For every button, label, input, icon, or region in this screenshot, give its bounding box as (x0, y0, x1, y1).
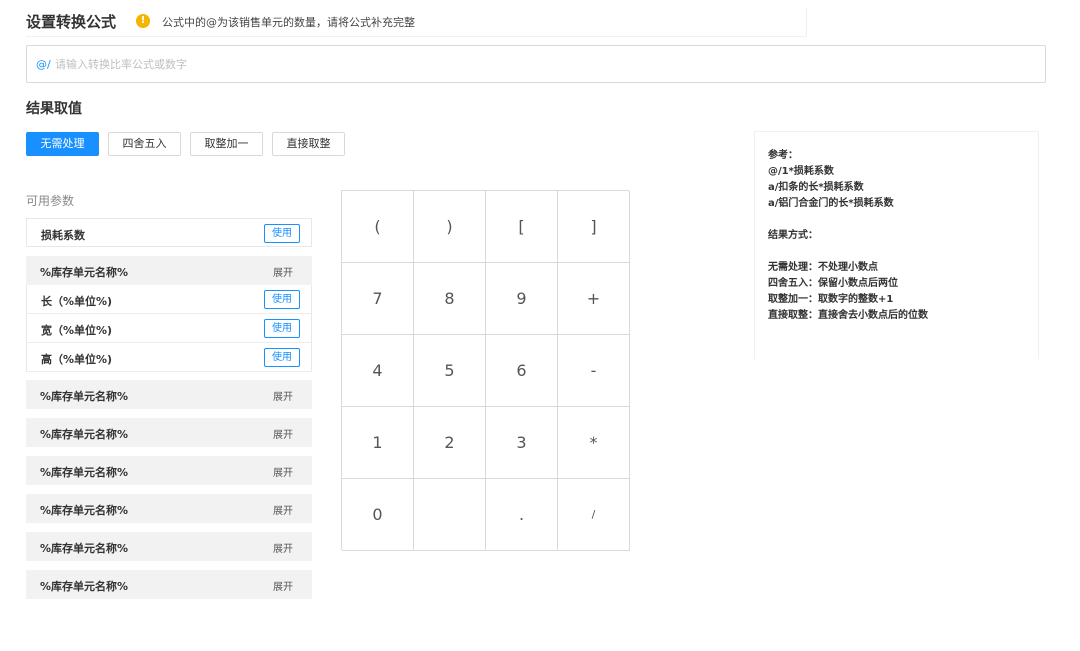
param-label: 损耗系数 (41, 229, 85, 242)
key-divide[interactable]: / (558, 479, 630, 551)
expand-toggle[interactable]: 展开 (273, 502, 293, 517)
reference-line: 取整加一：取数字的整数+1 (768, 294, 894, 305)
param-item: 宽（%单位%) 使用 (26, 314, 312, 343)
page-title: 设置转换公式 (26, 13, 117, 31)
use-button[interactable]: 使用 (264, 224, 300, 243)
key-close-bracket[interactable]: ] (558, 191, 630, 263)
param-label: 长（%单位%) (41, 295, 113, 308)
param-item: 高（%单位%) 使用 (26, 343, 312, 372)
expand-toggle[interactable]: 展开 (273, 464, 293, 479)
formula-prefix: @/ (36, 58, 51, 71)
key-decimal[interactable]: . (486, 479, 558, 551)
key-5[interactable]: 5 (414, 335, 486, 407)
result-option-round[interactable]: 四舍五入 (108, 132, 181, 156)
expand-toggle[interactable]: 展开 (273, 426, 293, 441)
use-button[interactable]: 使用 (264, 319, 300, 338)
param-item: 长（%单位%) 使用 (26, 285, 312, 314)
reference-line: @/1*损耗系数 (768, 166, 834, 177)
result-section-title: 结果取值 (26, 101, 82, 117)
header-divider-vertical (806, 8, 807, 36)
reference-spacer (768, 244, 1025, 260)
result-option-ceil-plus-one[interactable]: 取整加一 (190, 132, 263, 156)
param-group-header[interactable]: %库存单元名称% 展开 (26, 380, 312, 409)
use-button[interactable]: 使用 (264, 290, 300, 309)
key-plus[interactable]: + (558, 263, 630, 335)
expand-toggle[interactable]: 展开 (273, 264, 293, 279)
key-0[interactable]: 0 (342, 479, 414, 551)
param-group-label: %库存单元名称% (40, 466, 129, 479)
param-group-label: %库存单元名称% (40, 542, 129, 555)
params-title: 可用参数 (26, 194, 75, 208)
reference-line: 结果方式： (768, 230, 818, 241)
key-close-paren[interactable]: ) (414, 191, 486, 263)
param-group-label: %库存单元名称% (40, 390, 129, 403)
key-multiply[interactable]: * (558, 407, 630, 479)
key-3[interactable]: 3 (486, 407, 558, 479)
key-7[interactable]: 7 (342, 263, 414, 335)
param-group-header[interactable]: %库存单元名称% 展开 (26, 494, 312, 523)
key-open-paren[interactable]: ( (342, 191, 414, 263)
param-group-header[interactable]: %库存单元名称% 展开 (26, 456, 312, 485)
param-group-header[interactable]: %库存单元名称% 展开 (26, 256, 312, 285)
key-minus[interactable]: - (558, 335, 630, 407)
reference-spacer (768, 212, 1025, 228)
key-8[interactable]: 8 (414, 263, 486, 335)
key-blank (414, 479, 486, 551)
param-label: 宽（%单位%) (41, 324, 113, 337)
key-open-bracket[interactable]: [ (486, 191, 558, 263)
param-label: 高（%单位%) (41, 353, 113, 366)
key-2[interactable]: 2 (414, 407, 486, 479)
formula-input-box[interactable]: @/ (26, 45, 1046, 83)
exclamation-circle-icon: ! (136, 14, 150, 28)
key-1[interactable]: 1 (342, 407, 414, 479)
expand-toggle[interactable]: 展开 (273, 578, 293, 593)
reference-line: a/扣条的长*损耗系数 (768, 182, 864, 193)
keypad: ( ) [ ] 7 8 9 + 4 5 6 - 1 2 3 * 0 . / (341, 190, 630, 551)
reference-line: 参考： (768, 150, 798, 161)
param-item: 损耗系数 使用 (26, 218, 312, 247)
header-divider (26, 36, 807, 37)
expand-toggle[interactable]: 展开 (273, 540, 293, 555)
dialog-header: 设置转换公式 ! 公式中的@为该销售单元的数量，请将公式补充完整 (26, 8, 807, 37)
reference-panel: 参考： @/1*损耗系数 a/扣条的长*损耗系数 a/铝门合金门的长*损耗系数 … (754, 131, 1039, 359)
reference-line: 直接取整：直接舍去小数点后的位数 (768, 310, 928, 321)
param-group-label: %库存单元名称% (40, 504, 129, 517)
use-button[interactable]: 使用 (264, 348, 300, 367)
reference-line: a/铝门合金门的长*损耗系数 (768, 198, 894, 209)
key-4[interactable]: 4 (342, 335, 414, 407)
reference-line: 无需处理：不处理小数点 (768, 262, 878, 273)
param-group-label: %库存单元名称% (40, 266, 129, 279)
expand-toggle[interactable]: 展开 (273, 388, 293, 403)
param-group-header[interactable]: %库存单元名称% 展开 (26, 570, 312, 599)
key-6[interactable]: 6 (486, 335, 558, 407)
result-option-none[interactable]: 无需处理 (26, 132, 99, 156)
param-group-header[interactable]: %库存单元名称% 展开 (26, 418, 312, 447)
param-group-label: %库存单元名称% (40, 580, 129, 593)
result-option-truncate[interactable]: 直接取整 (272, 132, 345, 156)
warning-message: 公式中的@为该销售单元的数量，请将公式补充完整 (162, 16, 415, 29)
reference-line: 四舍五入：保留小数点后两位 (768, 278, 898, 289)
key-9[interactable]: 9 (486, 263, 558, 335)
param-group-header[interactable]: %库存单元名称% 展开 (26, 532, 312, 561)
formula-input[interactable] (55, 52, 1015, 76)
param-group-label: %库存单元名称% (40, 428, 129, 441)
